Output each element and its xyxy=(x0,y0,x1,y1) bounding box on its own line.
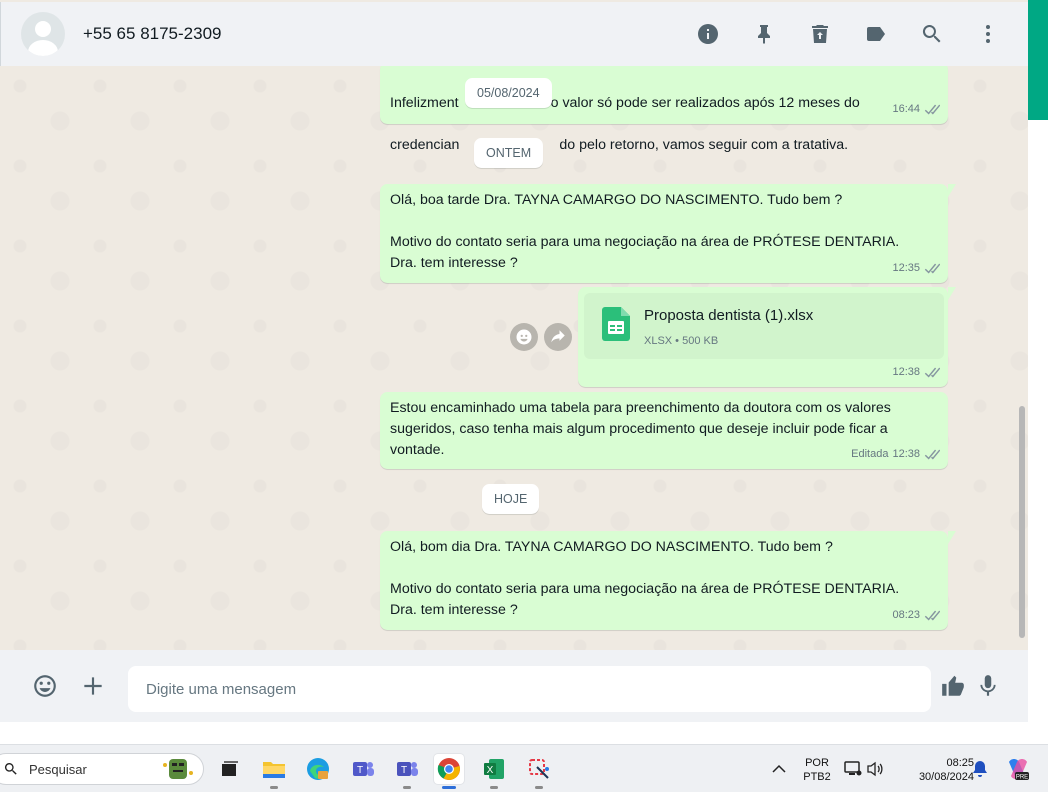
emoji-react-icon[interactable] xyxy=(510,323,538,351)
file-message-bubble[interactable]: Proposta dentista (1).xlsx XLSX • 500 KB… xyxy=(578,287,956,387)
message-time: 12:38 xyxy=(892,366,920,378)
teams-icon[interactable]: T xyxy=(348,754,378,784)
clock-date: 30/08/2024 xyxy=(918,771,974,783)
chat-header[interactable]: +55 65 8175-2309 xyxy=(0,2,1028,66)
file-info: XLSX • 500 KB xyxy=(644,335,719,347)
info-icon[interactable] xyxy=(690,16,726,52)
menu-icon[interactable] xyxy=(970,16,1006,52)
forward-icon[interactable] xyxy=(544,323,572,351)
double-check-icon xyxy=(924,449,940,460)
message-meta: 16:44 xyxy=(892,99,940,120)
message-list[interactable]: Infelizment o valor só pode ser realizado… xyxy=(0,66,1028,650)
edge-browser-icon[interactable] xyxy=(303,754,333,784)
teams-work-icon[interactable]: T xyxy=(392,754,422,789)
message-composer xyxy=(0,650,1028,722)
microphone-icon[interactable] xyxy=(972,670,1004,702)
attach-plus-icon[interactable] xyxy=(77,670,109,702)
message-text: Infelizment xyxy=(390,95,459,111)
windows-taskbar: Pesquisar T T X POR PTB2 08:25 30/08/202… xyxy=(0,744,1048,792)
chevron-up-icon[interactable] xyxy=(764,754,794,784)
snipping-tool-icon[interactable] xyxy=(524,754,554,789)
message-time: 08:23 xyxy=(892,609,920,621)
chrome-icon[interactable] xyxy=(434,754,464,789)
window-accent-edge xyxy=(1028,0,1048,120)
emoji-icon[interactable] xyxy=(29,670,61,702)
svg-text:PRE: PRE xyxy=(1016,775,1028,781)
message-text: Olá, bom dia Dra. TAYNA CAMARGO DO NASCI… xyxy=(390,539,900,618)
language-code: POR xyxy=(805,757,829,769)
message-meta: 12:38 xyxy=(892,362,940,383)
contact-name[interactable]: +55 65 8175-2309 xyxy=(83,24,222,44)
network-icon[interactable] xyxy=(842,754,864,784)
spreadsheet-file-icon xyxy=(602,307,630,341)
label-icon[interactable] xyxy=(858,16,894,52)
message-meta: 08:23 xyxy=(892,605,940,626)
language-indicator[interactable]: POR PTB2 xyxy=(800,756,834,784)
volume-icon[interactable] xyxy=(864,754,886,784)
search-icon xyxy=(4,763,17,775)
excel-icon[interactable]: X xyxy=(479,754,509,789)
notification-bell-icon[interactable] xyxy=(968,754,992,784)
message-time: 16:44 xyxy=(892,103,920,115)
file-explorer-icon[interactable] xyxy=(259,754,289,789)
copilot-icon[interactable]: PRE xyxy=(1003,754,1033,784)
svg-text:X: X xyxy=(487,765,494,776)
date-chip: HOJE xyxy=(482,484,540,514)
clock[interactable]: 08:25 30/08/2024 xyxy=(898,756,974,784)
clock-time: 08:25 xyxy=(946,757,974,769)
search-icon[interactable] xyxy=(914,16,950,52)
double-check-icon xyxy=(924,104,940,115)
message-text: Olá, boa tarde Dra. TAYNA CAMARGO DO NAS… xyxy=(390,192,900,271)
message-input[interactable] xyxy=(128,666,931,712)
header-actions xyxy=(690,16,1006,52)
message-meta: 12:35 xyxy=(892,258,940,279)
svg-text:T: T xyxy=(357,765,363,776)
whatsapp-window: +55 65 8175-2309 Infelizment o valor só … xyxy=(0,0,1028,722)
message-text: o valor só pode ser realizados após 12 m… xyxy=(550,95,860,111)
delete-icon[interactable] xyxy=(802,16,838,52)
date-chip: 05/08/2024 xyxy=(465,78,552,108)
message-time: 12:35 xyxy=(892,262,920,274)
scrollbar[interactable] xyxy=(1019,406,1025,638)
date-chip: ONTEM xyxy=(474,138,544,168)
search-highlight-icon xyxy=(163,759,193,779)
message-bubble[interactable]: Estou encaminhado uma tabela para preenc… xyxy=(380,392,948,469)
double-check-icon xyxy=(924,610,940,621)
avatar[interactable] xyxy=(21,12,65,56)
message-time: 12:38 xyxy=(892,448,920,460)
taskbar-search-label: Pesquisar xyxy=(29,761,87,777)
keyboard-layout: PTB2 xyxy=(803,771,831,783)
edited-label: Editada xyxy=(851,448,889,460)
double-check-icon xyxy=(924,263,940,274)
taskbar-search[interactable]: Pesquisar xyxy=(0,753,204,785)
message-text: do pelo retorno, vamos seguir com a trat… xyxy=(559,137,849,153)
task-view-icon[interactable] xyxy=(214,754,244,784)
file-name: Proposta dentista (1).xlsx xyxy=(644,307,814,324)
message-bubble[interactable]: Olá, boa tarde Dra. TAYNA CAMARGO DO NAS… xyxy=(380,184,956,283)
message-meta: Editada 12:38 xyxy=(851,444,940,465)
svg-text:T: T xyxy=(401,765,407,776)
message-text: credencian xyxy=(390,137,460,153)
thumbs-up-icon[interactable] xyxy=(937,670,969,702)
pin-icon[interactable] xyxy=(746,16,782,52)
file-attachment[interactable]: Proposta dentista (1).xlsx XLSX • 500 KB xyxy=(584,293,944,359)
message-bubble[interactable]: Olá, bom dia Dra. TAYNA CAMARGO DO NASCI… xyxy=(380,531,956,630)
double-check-icon xyxy=(924,367,940,378)
